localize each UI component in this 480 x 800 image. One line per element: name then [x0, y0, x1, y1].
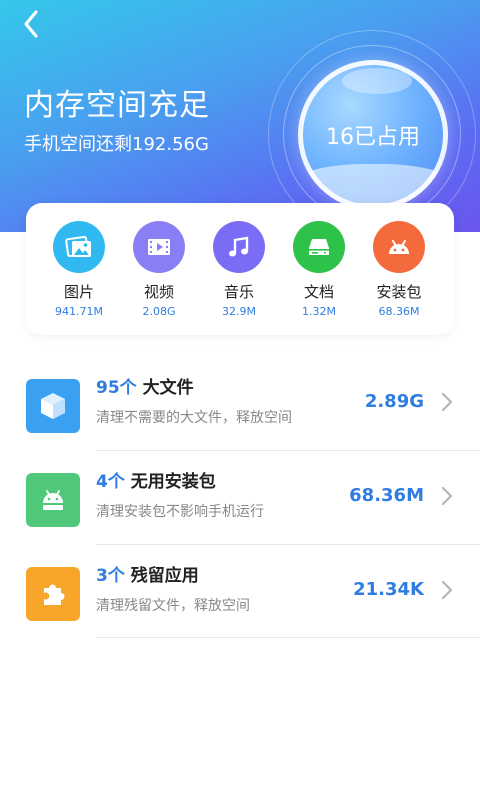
category-size: 941.71M — [55, 305, 103, 318]
row-size: 68.36M — [349, 485, 424, 506]
category-size: 2.08G — [142, 305, 176, 318]
category-name: 音乐 — [223, 283, 254, 301]
category-size: 1.32M — [302, 305, 336, 318]
category-size: 32.9M — [222, 305, 256, 318]
category-card: 图片 941.71M 视频 2.08G 音乐 32.9M 文档 1.32M 安装… — [26, 203, 454, 335]
image-icon — [53, 221, 105, 273]
android-icon — [373, 221, 425, 273]
row-description: 清理残留文件，释放空间 — [96, 598, 250, 614]
category-size: 68.36M — [378, 305, 420, 318]
music-icon — [213, 221, 265, 273]
page-title: 内存空间充足 — [24, 88, 210, 123]
box-icon — [26, 379, 80, 433]
large-files-row[interactable]: 95个 大文件 清理不需要的大文件，释放空间 2.89G — [0, 357, 480, 449]
chevron-right-icon — [441, 392, 453, 412]
remaining-space-text: 手机空间还剩192.56G — [24, 134, 209, 155]
category-documents[interactable]: 文档 1.32M — [284, 221, 354, 318]
category-apks[interactable]: 安装包 68.36M — [364, 221, 434, 318]
row-count: 95个 — [96, 378, 137, 398]
row-size: 2.89G — [364, 391, 424, 412]
row-title-text: 无用安装包 — [130, 472, 216, 492]
row-count: 3个 — [96, 566, 125, 586]
puzzle-icon — [26, 567, 80, 621]
video-icon — [133, 221, 185, 273]
chevron-right-icon — [441, 486, 453, 506]
category-music[interactable]: 音乐 32.9M — [204, 221, 274, 318]
divider — [96, 637, 480, 638]
row-title-text: 残留应用 — [130, 566, 199, 586]
residual-apps-row[interactable]: 3个 残留应用 清理残留文件，释放空间 21.34K — [0, 545, 480, 637]
category-name: 安装包 — [376, 283, 422, 301]
back-icon[interactable] — [14, 6, 50, 42]
category-name: 图片 — [63, 283, 94, 301]
storage-header: 内存空间充足 手机空间还剩192.56G 16已占用 — [0, 0, 480, 232]
android-icon — [26, 473, 80, 527]
category-name: 视频 — [143, 283, 174, 301]
row-description: 清理安装包不影响手机运行 — [96, 504, 264, 520]
row-title-text: 大文件 — [142, 378, 194, 398]
row-title: 4个 无用安装包 — [96, 467, 216, 492]
category-videos[interactable]: 视频 2.08G — [124, 221, 194, 318]
row-title: 3个 残留应用 — [96, 561, 199, 586]
storage-icon — [293, 221, 345, 273]
row-title: 95个 大文件 — [96, 373, 194, 398]
usage-label: 16已占用 — [326, 125, 420, 150]
unused-apks-row[interactable]: 4个 无用安装包 清理安装包不影响手机运行 68.36M — [0, 451, 480, 543]
category-images[interactable]: 图片 941.71M — [44, 221, 114, 318]
category-name: 文档 — [303, 283, 334, 301]
row-size: 21.34K — [353, 579, 424, 600]
chevron-right-icon — [441, 580, 453, 600]
row-description: 清理不需要的大文件，释放空间 — [96, 410, 292, 426]
row-count: 4个 — [96, 472, 125, 492]
